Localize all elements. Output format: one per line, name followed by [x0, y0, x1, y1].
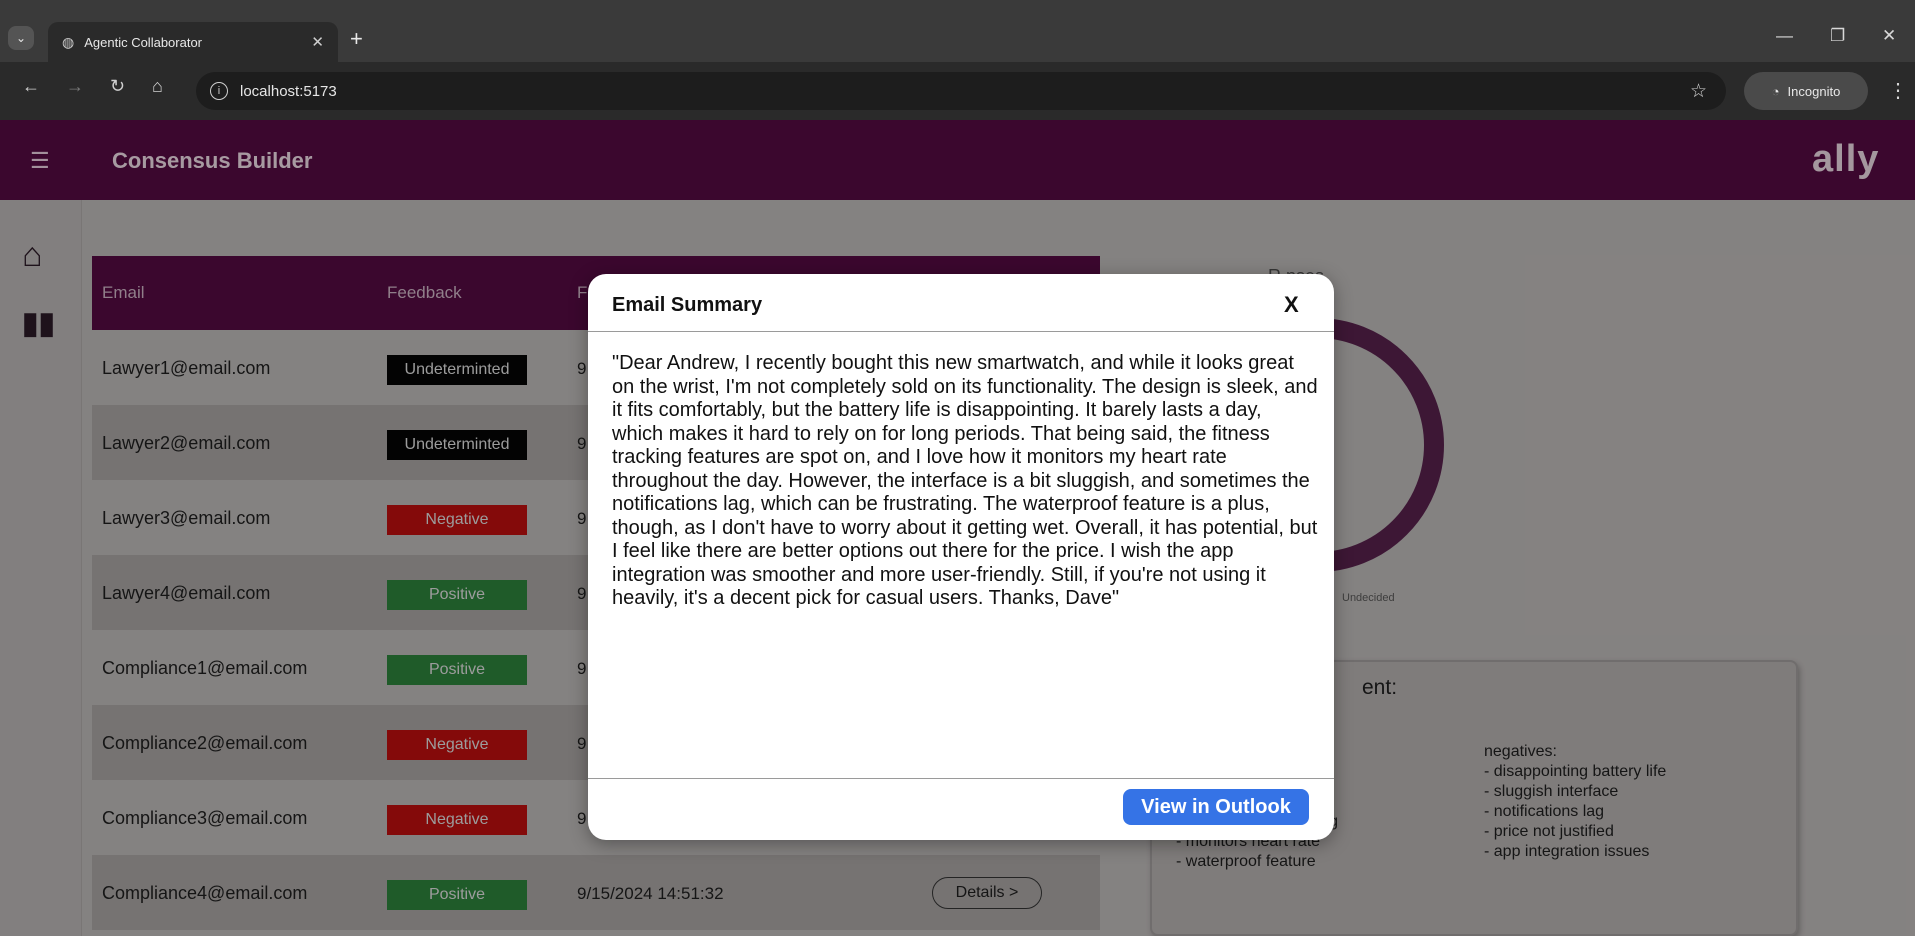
view-in-outlook-button[interactable]: View in Outlook — [1123, 789, 1309, 825]
incognito-badge[interactable]: ◔ Incognito — [1744, 72, 1868, 110]
back-icon[interactable]: ← — [22, 76, 40, 97]
email-summary-text: "Dear Andrew, I recently bought this new… — [612, 352, 1318, 609]
reload-icon[interactable]: ↻ — [110, 76, 125, 97]
minimize-icon[interactable]: — — [1776, 26, 1793, 46]
home-icon[interactable]: ⌂ — [152, 76, 163, 97]
browser-tab[interactable]: ◍ Agentic Collaborator ✕ — [48, 22, 338, 62]
restore-icon[interactable]: ❐ — [1830, 26, 1845, 46]
site-info-icon[interactable]: i — [210, 82, 228, 100]
modal-close-button[interactable]: X — [1284, 292, 1299, 318]
new-tab-icon[interactable]: + — [350, 26, 363, 52]
url-text: localhost:5173 — [240, 82, 337, 100]
modal-header: Email Summary X — [588, 274, 1334, 332]
tab-title: Agentic Collaborator — [84, 34, 203, 50]
incognito-label: Incognito — [1787, 83, 1841, 99]
tab-search-icon[interactable]: ⌄ — [8, 26, 34, 50]
close-window-icon[interactable]: ✕ — [1882, 26, 1896, 46]
forward-icon[interactable]: → — [66, 76, 84, 97]
modal-footer-divider — [588, 778, 1334, 779]
bookmark-star-icon[interactable]: ☆ — [1690, 80, 1707, 103]
url-input[interactable]: i localhost:5173 — [196, 72, 1726, 110]
browser-menu-icon[interactable]: ⋮ — [1888, 78, 1908, 103]
email-summary-modal: Email Summary X "Dear Andrew, I recently… — [588, 274, 1334, 840]
globe-icon: ◍ — [62, 33, 75, 50]
incognito-icon: ◔ — [1771, 83, 1780, 99]
modal-title: Email Summary — [612, 294, 763, 316]
close-tab-icon[interactable]: ✕ — [311, 33, 324, 51]
